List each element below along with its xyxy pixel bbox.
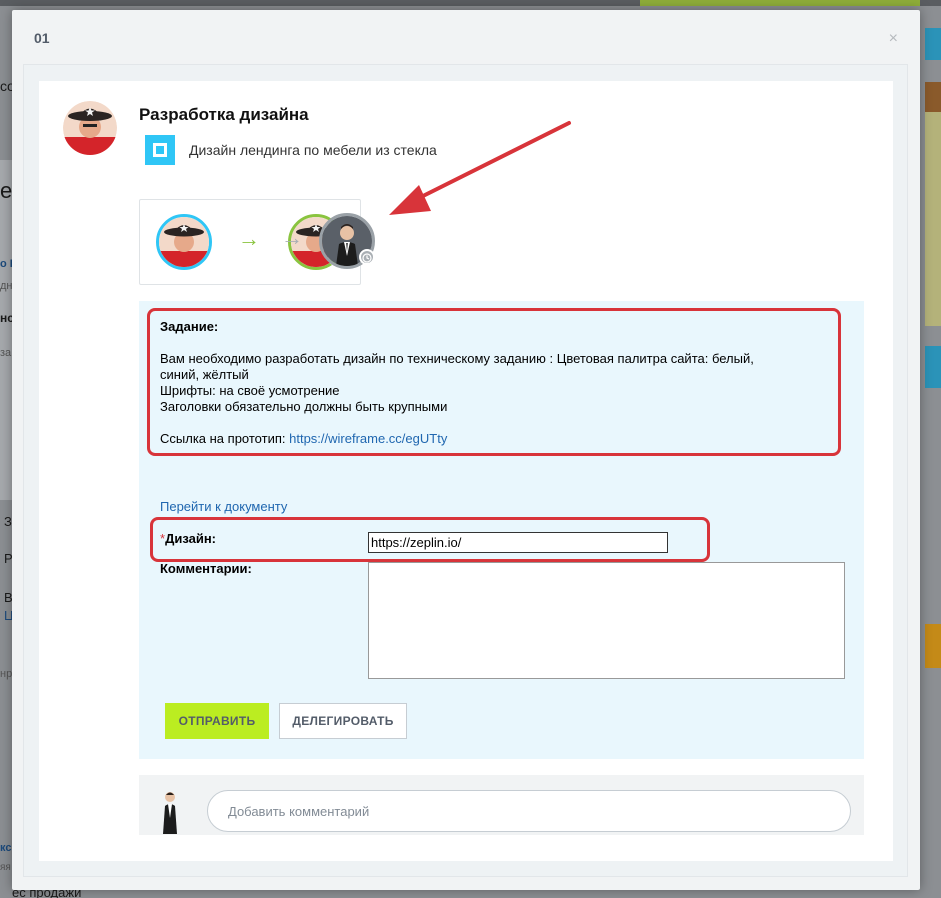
highlight-assignment xyxy=(147,308,841,456)
modal-title: 01 xyxy=(34,30,50,46)
flow-arrow-icon: → xyxy=(238,226,260,251)
bg-right-block-4 xyxy=(925,346,941,388)
bg-right-block-2 xyxy=(925,82,941,112)
goto-document-link[interactable]: Перейти к документу xyxy=(160,499,287,514)
bg-right-block-1 xyxy=(925,28,941,60)
author-avatar[interactable] xyxy=(63,101,117,155)
task-card: Разработка дизайна Дизайн лендинга по ме… xyxy=(39,81,893,861)
highlight-design xyxy=(150,517,710,562)
comment-input[interactable]: Добавить комментарий xyxy=(207,790,851,832)
bg-left-panel xyxy=(0,160,12,500)
close-icon[interactable]: × xyxy=(889,30,898,48)
bg-text: дн xyxy=(0,280,13,292)
delegate-button[interactable]: ДЕЛЕГИРОВАТЬ xyxy=(279,703,407,739)
bg-right-block-5 xyxy=(925,624,941,668)
task-form: Задание: Вам необходимо разработать диза… xyxy=(139,301,864,759)
clock-icon xyxy=(359,249,375,265)
assigner-avatar[interactable] xyxy=(156,214,212,270)
task-modal: 01 × Разработка дизайна Дизайн лендинга … xyxy=(12,10,920,890)
bg-text: З xyxy=(4,514,12,529)
comments-label: Комментарии: xyxy=(160,561,252,576)
task-title: Разработка дизайна xyxy=(139,105,309,124)
bg-text: нр xyxy=(0,668,13,680)
comment-area: Добавить комментарий xyxy=(139,775,864,835)
bg-top-accent xyxy=(640,0,920,6)
annotation-arrow xyxy=(389,121,571,215)
document-icon xyxy=(145,135,175,165)
modal-body: Разработка дизайна Дизайн лендинга по ме… xyxy=(23,64,908,877)
send-button[interactable]: ОТПРАВИТЬ xyxy=(165,703,269,739)
bg-right-block-3 xyxy=(925,112,941,326)
bg-text: кс xyxy=(0,842,12,854)
user-avatar xyxy=(155,790,185,834)
bg-text: яя xyxy=(0,862,11,873)
bg-text: e xyxy=(0,178,13,203)
flow-arrow-icon: → xyxy=(281,225,303,250)
bg-text: за xyxy=(0,347,12,359)
comments-textarea[interactable] xyxy=(368,562,845,679)
